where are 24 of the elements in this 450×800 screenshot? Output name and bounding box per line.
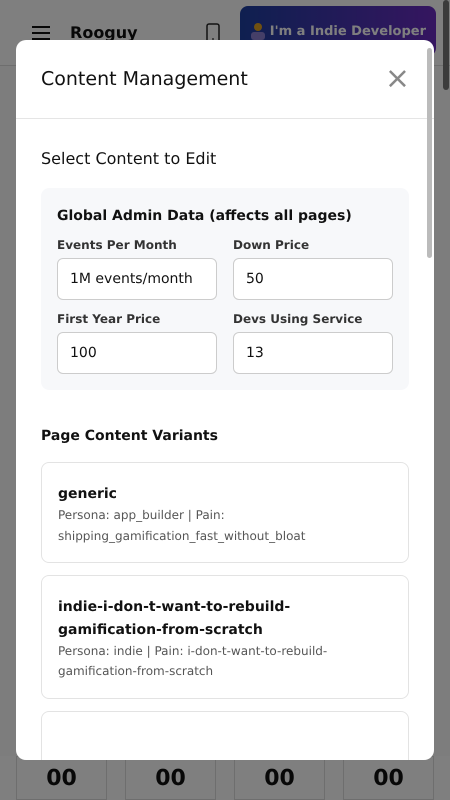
counter-value: 00	[16, 756, 107, 800]
variant-name: generic	[58, 485, 118, 504]
variant-card[interactable]: indie-i-don-t-want-to-rebuild-gamification-from-scratch Persona: indie | Pain: i-don-t-want-to-rebuild-gamification-from-scratch	[41, 575, 409, 699]
section-title: Page Content Variants	[41, 428, 219, 444]
brand-name: Rooguy	[70, 23, 138, 42]
input-field[interactable]: 100	[57, 332, 217, 374]
close-button[interactable]: ×	[384, 64, 410, 94]
counter-value: 00	[343, 756, 434, 800]
field-label: Events Per Month	[57, 238, 178, 252]
field-label: Down Price	[233, 238, 310, 252]
variant-card[interactable]: generic Persona: app_builder | Pain: shipping_gamification_fast_without_bloat	[41, 462, 409, 564]
menu-icon[interactable]	[32, 26, 50, 40]
input-field[interactable]: 13	[233, 332, 393, 374]
variant-details: Persona: indie | Pain: i-don-t-want-to-rebuild-gamification-from-scratch	[58, 642, 328, 680]
variant-name: indie-i-don-t-want-to-rebuild-gamification-from-scratch	[58, 598, 292, 640]
input-field[interactable]: 1M events/month	[57, 258, 217, 300]
input-field[interactable]: 50	[233, 258, 393, 300]
field-label: First Year Price	[57, 312, 162, 326]
section-title: Select Content to Edit	[41, 149, 218, 168]
modal-title: Content Management	[41, 68, 248, 90]
person-icon	[250, 22, 266, 40]
panel-title: Global Admin Data (affects all pages)	[57, 208, 353, 224]
variant-details: Persona: app_builder | Pain: shipping_gamification_fast_without_bloat	[58, 507, 306, 545]
field-label: Devs Using Service	[233, 312, 364, 326]
